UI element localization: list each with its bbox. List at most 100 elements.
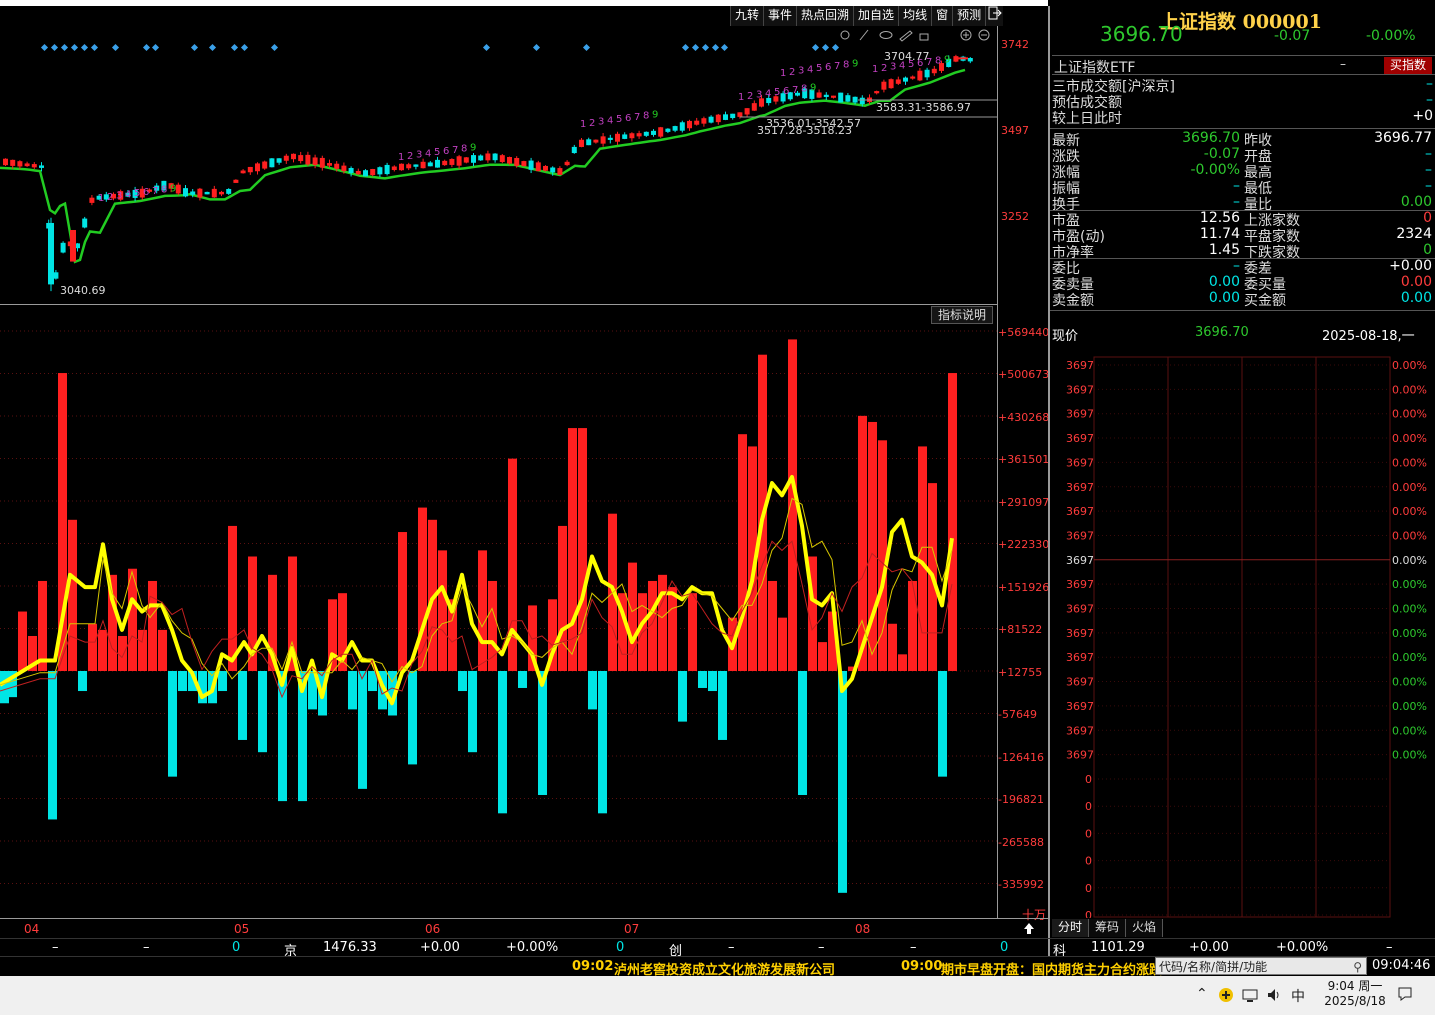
taskbar-clock[interactable]: 9:04 周一 2025/8/18	[1320, 979, 1390, 1009]
quote-value: 0.00	[1400, 194, 1432, 210]
indicator-bar	[868, 421, 877, 671]
minute-pct-label: 0.00%	[1392, 359, 1427, 372]
candle	[723, 114, 728, 120]
plus-circle-icon[interactable]	[1218, 987, 1234, 1007]
quote-high: 最高 –	[1244, 162, 1432, 181]
candle	[391, 166, 397, 170]
nine-turn-digit: 8	[161, 185, 167, 196]
quote-buy-vol: 委买量 0.00	[1244, 274, 1432, 293]
nine-turn-digit: 7	[634, 112, 640, 123]
candle	[607, 137, 613, 140]
tab-chips[interactable]: 筹码	[1089, 919, 1127, 937]
quote-label: 卖金额	[1052, 293, 1094, 309]
ime-indicator[interactable]: 中	[1291, 986, 1305, 1006]
quote-low: 最低 –	[1244, 178, 1432, 197]
candle	[744, 108, 750, 115]
kline-chart[interactable]: 1 2 3 4 5 6 7 8 91 2 3 4 5 6 7 8 91 2 3 4 5 6 7 8 91 2 3 4 5 6 7 8 91 2 3 4…	[0, 26, 998, 304]
candle	[291, 153, 296, 160]
price-label: 3252	[1001, 210, 1029, 223]
toolbar-forecast-button[interactable]: 预测	[952, 6, 986, 26]
search-input[interactable]: 代码/名称/简拼/功能 ⚲	[1155, 957, 1367, 975]
toolbar-window-button[interactable]: 窗	[931, 6, 953, 26]
candle	[31, 164, 37, 168]
etf-label[interactable]: 上证指数ETF	[1054, 57, 1135, 77]
indicator-bar	[88, 623, 97, 671]
indicator-help-button[interactable]: 指标说明	[931, 306, 993, 324]
nine-turn-digit: 9	[652, 109, 658, 120]
indicator-bar	[558, 525, 567, 671]
indicator-bar	[878, 440, 887, 671]
indicator-bar	[408, 671, 417, 765]
indicator-axis-label: +12755	[998, 665, 1043, 679]
high-price-marker: 3704.77	[884, 50, 930, 63]
candle	[514, 158, 520, 166]
indicator-bar	[18, 611, 27, 671]
candle	[219, 191, 224, 195]
price-row: 3696.70 -0.07 -0.00%	[1100, 22, 1435, 48]
chart-icon-bar	[838, 28, 998, 45]
signal-diamond	[270, 43, 279, 52]
minute-volume-label: 0	[1085, 855, 1092, 868]
signal-diamond	[720, 43, 729, 52]
toolbar-add-watchlist-button[interactable]: 加自选	[853, 6, 899, 26]
quote-value: 0	[1423, 242, 1432, 258]
minute-volume-label: 0	[1085, 882, 1092, 895]
signal-diamond	[582, 43, 591, 52]
toolbar-hotspot-button[interactable]: 热点回溯	[796, 6, 854, 26]
indicator-chart[interactable]	[0, 305, 998, 917]
quote-label: 买金额	[1244, 293, 1286, 309]
nine-turn-digit: 3	[116, 191, 122, 202]
nine-turn-digit: 8	[461, 144, 467, 155]
signal-diamond	[60, 43, 69, 52]
network-icon[interactable]	[1242, 987, 1258, 1007]
indicator-bar	[458, 671, 467, 692]
divider	[1050, 128, 1435, 129]
minute-chart[interactable]: 3697 0.00% 3697 0.00% 3697 0.00% 3697 0.00% 3697…	[1052, 355, 1435, 918]
nine-turn-digit: 6	[783, 86, 789, 97]
quote-value: +0.00	[1389, 258, 1432, 274]
toolbar-ma-button[interactable]: 均线	[898, 6, 932, 26]
tab-intraday[interactable]: 分时	[1052, 919, 1090, 937]
candle	[456, 156, 462, 166]
volume-icon[interactable]	[1266, 987, 1282, 1007]
candle	[579, 139, 584, 147]
candle	[903, 77, 908, 82]
signal-diamond	[532, 43, 541, 52]
index-value: 0	[232, 940, 241, 955]
candle	[859, 97, 865, 105]
nine-turn-digit: 7	[792, 85, 798, 96]
indicator-bar	[718, 671, 727, 740]
minute-price-label: 3697	[1066, 651, 1094, 664]
quote-change: 涨跌 -0.07	[1052, 146, 1240, 165]
indicator-axis-label: +361501	[998, 453, 1050, 466]
candle	[622, 134, 628, 139]
quote-flat: 平盘家数 2324	[1244, 226, 1432, 245]
toolbar-jiuzhuan-button[interactable]: 九转	[730, 6, 764, 26]
minute-pct-label: 0.00%	[1392, 627, 1427, 640]
minute-price-label: 3697	[1066, 432, 1094, 445]
candle	[852, 96, 858, 103]
index-value: 0	[616, 940, 625, 955]
candle	[17, 161, 23, 167]
news-time: 09:02	[572, 959, 614, 974]
quote-pct: 涨幅 -0.00%	[1052, 162, 1240, 181]
notification-icon[interactable]	[1397, 986, 1413, 1006]
minute-pct-label: 0.00%	[1392, 578, 1427, 591]
candle	[543, 165, 548, 171]
chevron-up-icon[interactable]: ⌃	[1196, 986, 1208, 1002]
quote-value: 3696.77	[1374, 130, 1432, 146]
indicator-axis-label: +151926	[998, 580, 1050, 594]
candle	[895, 79, 901, 84]
quote-value: 12.56	[1199, 210, 1240, 226]
search-icon[interactable]: ⚲	[1353, 958, 1362, 976]
candle	[600, 136, 606, 144]
minute-price-label: 3697	[1066, 529, 1094, 542]
low-price-marker: 3040.69	[60, 284, 106, 297]
buy-index-button[interactable]: 买指数	[1384, 57, 1432, 74]
exit-icon[interactable]	[985, 6, 1004, 26]
tab-flame[interactable]: 火焰	[1126, 919, 1164, 937]
signal-diamond	[711, 43, 720, 52]
indicator-bar	[768, 580, 777, 671]
scroll-up-icon[interactable]	[1022, 921, 1036, 939]
toolbar-events-button[interactable]: 事件	[763, 6, 797, 26]
